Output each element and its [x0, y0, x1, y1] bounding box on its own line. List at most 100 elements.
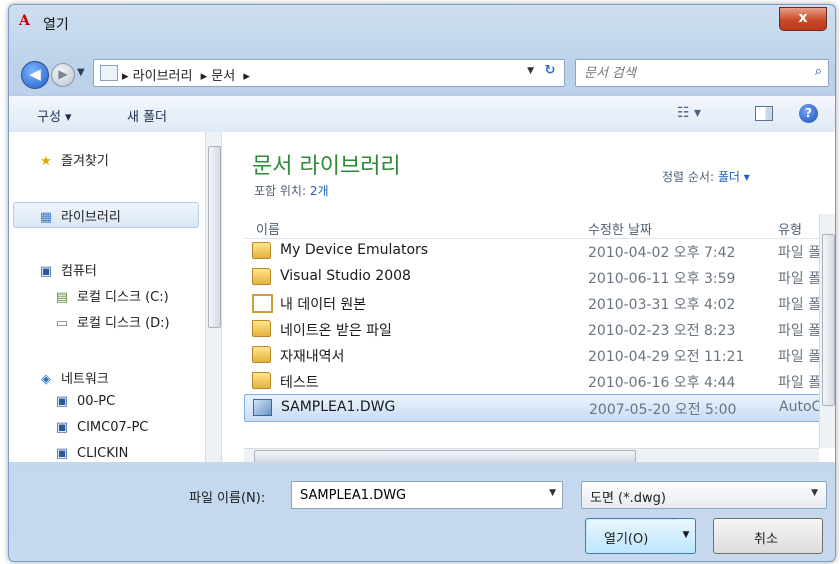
- file-name: SAMPLEA1.DWG: [281, 399, 396, 415]
- sidebar-item-label: 로컬 디스크 (C:): [77, 290, 169, 305]
- file-date: 2010-06-11 오후 3:59: [588, 271, 736, 287]
- sidebar-item-libraries[interactable]: ▦ 라이브러리: [37, 206, 121, 225]
- search-icon[interactable]: ⌕: [815, 64, 822, 79]
- forward-button[interactable]: ▶: [51, 63, 75, 87]
- table-row[interactable]: 네이트온 받은 파일 2010-02-23 오전 8:23 파일 폴: [244, 316, 821, 342]
- include-label: 포함 위치:: [254, 184, 307, 198]
- refresh-icon[interactable]: ↻: [540, 63, 560, 81]
- open-options-dropdown[interactable]: ▼: [677, 518, 696, 554]
- filename-label: 파일 이름(N):: [189, 491, 266, 506]
- file-name: My Device Emulators: [280, 242, 429, 258]
- preview-pane-icon[interactable]: [755, 106, 773, 121]
- breadcrumb-library[interactable]: ▸ 라이브러리: [122, 69, 192, 84]
- sidebar-item-local-disk-c[interactable]: ▤ 로컬 디스크 (C:): [53, 286, 169, 305]
- help-icon[interactable]: ?: [799, 104, 818, 123]
- file-date: 2007-05-20 오전 5:00: [589, 402, 737, 418]
- folder-icon: [252, 268, 271, 285]
- include-locations-link[interactable]: 2개: [310, 184, 329, 198]
- file-type: 파일 폴: [778, 297, 822, 313]
- sidebar-item-local-disk-d[interactable]: ▭ 로컬 디스크 (D:): [53, 312, 170, 331]
- sidebar-item-label: 00-PC: [77, 394, 116, 409]
- file-type: 파일 폴: [778, 271, 822, 287]
- file-name: 자재내역서: [280, 349, 345, 365]
- organize-button[interactable]: 구성 ▾: [37, 106, 72, 125]
- dwg-file-icon: [253, 399, 272, 416]
- cancel-button[interactable]: 취소: [713, 518, 823, 554]
- filetype-select[interactable]: 도면 (*.dwg) ▼: [581, 481, 827, 509]
- library-title: 문서 라이브러리: [252, 154, 401, 179]
- table-row[interactable]: 자재내역서 2010-04-29 오전 11:21 파일 폴: [244, 342, 822, 368]
- filename-input[interactable]: [298, 485, 542, 505]
- change-view-icon[interactable]: ☷ ▾: [677, 105, 701, 121]
- toolbar: 구성 ▾ 새 폴더 ☷ ▾ ?: [9, 95, 835, 133]
- open-button[interactable]: 열기(O): [585, 518, 679, 554]
- file-list-scrollbar-thumb[interactable]: [822, 234, 835, 406]
- table-row[interactable]: 내 데이터 원본 2010-03-31 오후 4:02 파일 폴: [244, 290, 822, 316]
- recent-pages-dropdown[interactable]: ▼: [77, 67, 85, 78]
- back-button[interactable]: ◀: [21, 61, 49, 89]
- data-source-folder-icon: [252, 294, 273, 313]
- horizontal-scrollbar[interactable]: [244, 448, 819, 462]
- sidebar-item-network[interactable]: ◈ 네트워크: [37, 368, 109, 387]
- computer-icon: ▣: [55, 420, 69, 435]
- chevron-down-icon[interactable]: ▼: [549, 488, 556, 498]
- breadcrumb: ▸ 라이브러리 ▸ 문서 ▸: [122, 65, 254, 84]
- close-button[interactable]: x: [779, 7, 827, 31]
- filename-combo[interactable]: ▼: [291, 481, 563, 509]
- table-row-selected[interactable]: SAMPLEA1.DWG 2007-05-20 오전 5:00 AutoC: [244, 394, 821, 422]
- address-dropdown-icon[interactable]: ▼: [527, 66, 534, 76]
- file-date: 2010-04-29 오전 11:21: [588, 349, 745, 365]
- column-header-date[interactable]: 수정한 날짜: [588, 219, 652, 238]
- table-row[interactable]: My Device Emulators 2010-04-02 오후 7:42 파…: [244, 238, 822, 264]
- file-type: 파일 폴: [778, 349, 822, 365]
- sort-control: 정렬 순서: 폴더 ▾: [662, 168, 750, 185]
- breadcrumb-expand[interactable]: ▸: [243, 69, 250, 84]
- nav-scrollbar-thumb[interactable]: [208, 146, 221, 328]
- navigation-pane: ★ 즐겨찾기 ▦ 라이브러리 ▣ 컴퓨터 ▤ 로컬 디스크 (C:) ▭ 로컬 디스크 (…: [9, 132, 222, 462]
- folder-icon: [100, 65, 118, 81]
- sort-label: 정렬 순서:: [662, 170, 715, 184]
- sidebar-item-00-pc[interactable]: ▣ 00-PC: [53, 394, 115, 409]
- drive-icon: ▭: [55, 316, 69, 331]
- file-name: 테스트: [280, 375, 319, 391]
- horizontal-scrollbar-thumb[interactable]: [254, 450, 636, 462]
- file-list-pane: 문서 라이브러리 포함 위치: 2개 정렬 순서: 폴더 ▾ 이름 수정한 날짜…: [222, 132, 835, 462]
- file-date: 2010-06-16 오후 4:44: [588, 375, 736, 391]
- computer-icon: ▣: [39, 264, 53, 279]
- search-box[interactable]: ⌕: [575, 59, 829, 87]
- folder-icon: [252, 242, 271, 259]
- file-name: 내 데이터 원본: [280, 297, 367, 313]
- nav-scrollbar[interactable]: [205, 132, 221, 462]
- file-date: 2010-04-02 오후 7:42: [588, 245, 736, 261]
- sort-dropdown[interactable]: 폴더 ▾: [718, 170, 750, 184]
- sidebar-item-cimc07-pc[interactable]: ▣ CIMC07-PC: [53, 420, 149, 435]
- new-folder-button[interactable]: 새 폴더: [127, 106, 167, 125]
- cancel-button-label: 취소: [754, 532, 778, 547]
- computer-icon: ▣: [55, 394, 69, 409]
- sidebar-item-clickin[interactable]: ▣ CLICKIN: [53, 446, 128, 461]
- autocad-app-icon: A: [19, 13, 30, 29]
- file-list-scrollbar[interactable]: [819, 214, 835, 448]
- sidebar-item-favorites[interactable]: ★ 즐겨찾기: [37, 150, 109, 169]
- file-name: Visual Studio 2008: [280, 268, 411, 284]
- file-date: 2010-02-23 오전 8:23: [588, 323, 736, 339]
- sidebar-item-computer[interactable]: ▣ 컴퓨터: [37, 260, 97, 279]
- column-header-name[interactable]: 이름: [256, 219, 280, 238]
- library-icon: ▦: [39, 210, 53, 225]
- library-locations: 포함 위치: 2개: [254, 182, 329, 199]
- table-row[interactable]: Visual Studio 2008 2010-06-11 오후 3:59 파일…: [244, 264, 822, 290]
- sidebar-item-label: 로컬 디스크 (D:): [77, 316, 170, 331]
- filetype-value: 도면 (*.dwg): [590, 491, 666, 506]
- drive-icon: ▤: [55, 290, 69, 305]
- table-row[interactable]: 테스트 2010-06-16 오후 4:44 파일 폴: [244, 368, 821, 394]
- address-bar[interactable]: ▸ 라이브러리 ▸ 문서 ▸ ▼ ↻: [93, 59, 565, 87]
- open-dialog: A 열기 x ◀ ▶ ▼ ▸ 라이브러리 ▸ 문서 ▸ ▼ ↻ ⌕ 구성 ▾ 새…: [8, 4, 836, 562]
- chevron-down-icon: ▼: [811, 488, 818, 498]
- title-bar: A 열기 x: [9, 5, 835, 41]
- file-type: AutoC: [779, 399, 822, 415]
- column-header-type[interactable]: 유형: [778, 219, 802, 238]
- search-input[interactable]: [582, 63, 796, 83]
- sidebar-item-label: 라이브러리: [61, 210, 121, 225]
- file-type: 파일 폴: [778, 245, 822, 261]
- breadcrumb-documents[interactable]: ▸ 문서: [201, 69, 236, 84]
